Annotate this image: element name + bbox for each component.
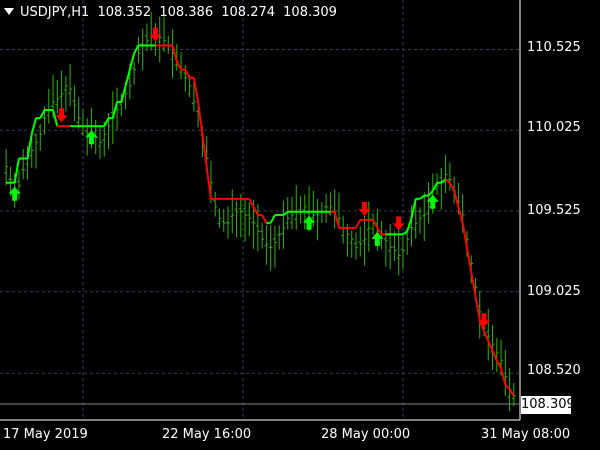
indicator-segment (491, 350, 498, 361)
time-tick-label: 17 May 2019 (3, 427, 88, 442)
time-tick-label: 22 May 16:00 (162, 427, 252, 442)
price-tick-label: 109.025 (527, 284, 581, 299)
indicator-segment (508, 388, 515, 397)
high-price: 108.386 (159, 5, 214, 20)
chart-header: USDJPY,H1 108.352 108.386 108.274 108.30… (4, 5, 341, 20)
indicator-segment (427, 190, 434, 197)
indicator-segment (30, 117, 37, 135)
indicator-segment (282, 210, 289, 216)
indicator-segment (120, 85, 127, 103)
collapse-triangle-icon[interactable] (4, 8, 14, 15)
indicator-segment (448, 182, 456, 192)
price-tick-label: 110.025 (527, 120, 581, 135)
price-tick-label: 109.525 (527, 203, 581, 218)
open-price: 108.352 (97, 5, 152, 20)
indicator-segment (470, 271, 477, 296)
grid-lines (0, 0, 520, 420)
indicator-segment (483, 330, 490, 342)
indicator-segment (197, 101, 204, 135)
candle-bars (4, 11, 516, 412)
indicator-segment (419, 194, 425, 200)
time-tick-label: 28 May 00:00 (321, 427, 411, 442)
indicator-segment (465, 247, 473, 272)
indicator-segment (52, 109, 59, 127)
indicator-segment (248, 198, 255, 208)
indicator-segment (26, 134, 33, 159)
time-tick-label: 31 May 08:00 (481, 427, 571, 442)
indicator-segment (487, 340, 494, 352)
indicator-segment (184, 69, 191, 79)
indicator-segment (410, 198, 417, 219)
signal-arrows (8, 27, 490, 328)
indicator-segment (474, 295, 481, 321)
indicator-segment (103, 117, 110, 127)
indicator-segment (457, 206, 464, 224)
indicator-segment (124, 69, 131, 87)
indicator-segment (461, 222, 468, 248)
indicator-segment (205, 166, 212, 199)
close-price: 108.309 (283, 5, 337, 20)
indicator-segment (192, 77, 200, 103)
symbol-timeframe: USDJPY,H1 (20, 5, 90, 20)
indicator-segment (201, 134, 208, 167)
indicator-segment (175, 61, 182, 71)
indicator-segment (453, 190, 460, 208)
indicator-segment (495, 359, 502, 369)
indicator-segment (111, 101, 119, 119)
low-price: 108.274 (221, 5, 276, 20)
indicator-segment (13, 158, 20, 183)
price-tick-label: 110.525 (527, 40, 581, 55)
current-price-label: 108.309 (521, 396, 575, 414)
price-chart[interactable] (0, 0, 600, 450)
indicator-segment (355, 219, 362, 229)
indicator-segment (269, 214, 276, 224)
indicator-segment (504, 383, 511, 391)
indicator-line (6, 44, 515, 397)
indicator-segment (431, 182, 438, 192)
indicator-segment (128, 53, 136, 70)
indicator-segment (406, 217, 413, 232)
indicator-segment (500, 368, 507, 385)
price-tick-label: 108.520 (527, 363, 581, 378)
indicator-segment (261, 214, 268, 224)
